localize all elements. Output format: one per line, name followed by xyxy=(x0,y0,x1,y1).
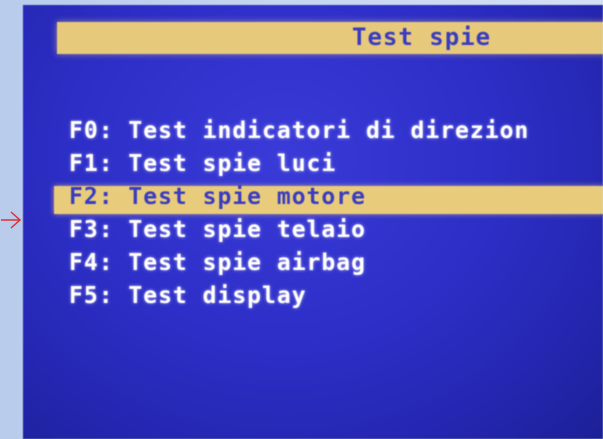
menu-item-f0[interactable]: F0: Test indicatori di direzion xyxy=(69,115,529,148)
menu-item-f4[interactable]: F4: Test spie airbag xyxy=(69,247,529,280)
menu-item-f2[interactable]: F2: Test spie motore xyxy=(69,181,529,214)
menu-item-f3[interactable]: F3: Test spie telaio xyxy=(69,214,529,247)
arrow-right-icon xyxy=(1,211,22,229)
photo-background: Test spie F0: Test indicatori di direzio… xyxy=(0,0,603,439)
menu-item-f1[interactable]: F1: Test spie luci xyxy=(69,148,529,181)
lcd-screen: Test spie F0: Test indicatori di direzio… xyxy=(23,5,603,439)
test-menu: F0: Test indicatori di direzion F1: Test… xyxy=(69,115,529,313)
title-bar: Test spie xyxy=(57,22,603,54)
screen-title: Test spie xyxy=(352,23,492,51)
menu-item-f5[interactable]: F5: Test display xyxy=(69,280,529,313)
